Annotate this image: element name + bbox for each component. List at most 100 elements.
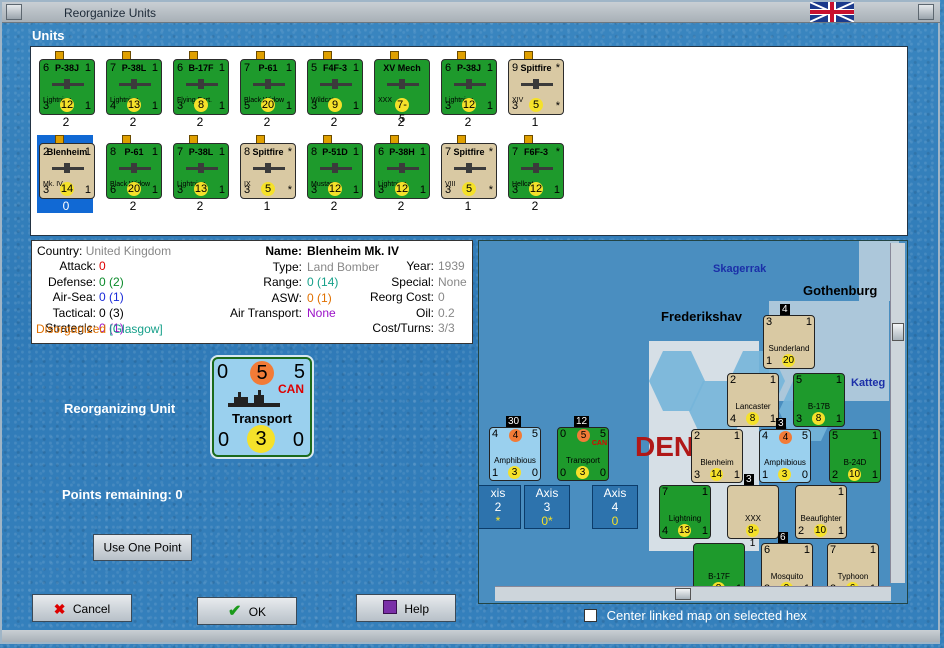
aircraft-icon	[454, 163, 486, 173]
map-counter-name: Mosquito	[770, 572, 804, 581]
unit-bottom-right: *	[555, 100, 560, 112]
help-book-icon	[382, 600, 397, 614]
unit-bottom-right: 1	[84, 184, 91, 196]
unit-tile[interactable]: 8 Spitfire * IX 3 5 * 1	[238, 135, 296, 213]
unit-count: 0	[62, 199, 70, 213]
name-label: Name:	[265, 244, 302, 258]
country-label: Country:	[37, 244, 83, 258]
reorganizing-unit-label: Reorganizing Unit	[64, 401, 176, 416]
help-label: Help	[404, 601, 430, 616]
map-counter-bottom-left: 3	[796, 413, 803, 425]
map-horizontal-scrollbar[interactable]	[495, 586, 891, 601]
map-vertical-scrollbar[interactable]	[890, 243, 905, 583]
unit-tile[interactable]: 8 P-51D 1 Mustang 3 12 1 2	[305, 135, 363, 213]
map-counter-stack: 12	[574, 416, 590, 427]
unit-tile[interactable]: 6B-17F1Flying Fort.3812	[171, 51, 229, 129]
map-counter[interactable]: 3 1 Sunderland 1 20 4	[763, 304, 815, 369]
unit-bottom-right: 1	[218, 100, 225, 112]
map-counter[interactable]: 7 1 Lightning 4 13 1	[659, 485, 711, 539]
map-counter-top-right: 1	[869, 544, 876, 556]
map-counter-strength: 8-1	[746, 524, 759, 549]
map-counter-name: B-17F	[708, 572, 730, 581]
airsea-value: 0	[99, 290, 106, 304]
map-counter-name: Amphibious	[764, 458, 806, 467]
map-counter-stack: 6	[778, 532, 788, 543]
unit-counter: 8P-611Black Widow6201	[106, 143, 162, 199]
unit-count: 2	[397, 115, 405, 129]
map-counter[interactable]: 5 1 B-17B 3 8 1	[793, 373, 845, 427]
map-counter-top-left: 3	[766, 316, 773, 328]
horizontal-scroll-thumb[interactable]	[675, 588, 691, 600]
map-counter[interactable]: 2 1 Lancaster 4 8 1	[727, 373, 779, 427]
map-counter-strength: 10	[814, 524, 827, 537]
map-counter[interactable]: 5 1 B-24D 2 10 1	[829, 429, 881, 483]
map-counter[interactable]: 0 5 Transport 0 3 0 5 12 CAN	[557, 416, 609, 481]
map-counter-top-right: 1	[805, 316, 812, 328]
use-one-point-button[interactable]: Use One Point	[93, 534, 192, 561]
counter-name: Transport	[232, 411, 292, 426]
map-counter-top-right: 5	[599, 428, 606, 440]
unit-bottom-right: 1	[218, 184, 225, 196]
map-counter-attack: 4	[779, 431, 792, 444]
unit-bottom-left: 4	[110, 100, 117, 112]
aircraft-icon	[253, 79, 285, 89]
unit-tile[interactable]: 9 Spitfire * XIV 3 5 * 1	[506, 51, 564, 129]
map-counter-top-left: 7	[662, 486, 669, 498]
map-counter-bottom-left: 3	[694, 469, 701, 481]
attack-label: Attack:	[59, 259, 96, 273]
map-counter-top-left: 0	[560, 428, 567, 440]
help-button[interactable]: Help	[356, 594, 456, 622]
unit-name: XV Mech	[383, 63, 421, 73]
unit-tile[interactable]: 6 P-38J 1 Lightning 3 12 1 2	[37, 51, 95, 129]
unit-tile[interactable]: 5 F4F-3 1 Wildcat 3 9 1 2	[305, 51, 363, 129]
unit-tile[interactable]: 2 Blenheim 1 Mk. IV 3 14 1 0	[37, 135, 95, 213]
reorganizing-unit-counter[interactable]: 0 5 5 CAN Transport 0 3 0	[212, 357, 312, 457]
axis-box-4-num: 4	[611, 500, 619, 514]
unit-top-right: 1	[218, 62, 225, 74]
special-value: None	[438, 274, 467, 289]
unit-tile[interactable]: 7 P-38L 1 Lightning 4 13 1 2	[104, 51, 162, 129]
unit-tile[interactable]: 7 Spitfire * VIII 3 5 * 1	[439, 135, 497, 213]
points-remaining: Points remaining: 0	[62, 487, 183, 502]
ok-button[interactable]: ✔ OK	[197, 597, 297, 625]
unit-bottom-left: 6	[110, 184, 117, 196]
map-counter[interactable]: XXX 8-1 3	[727, 474, 779, 549]
unit-tile[interactable]: 7P-611Black Widow52012	[238, 51, 296, 129]
unit-info-panel: Country: United Kingdom Attack: Defense:…	[31, 240, 473, 344]
unit-top-right: *	[555, 62, 560, 74]
map-counter[interactable]: 1 Beaufighter 2 10 1	[795, 485, 847, 539]
unit-count: 1	[263, 199, 271, 213]
axis-box-2-num: 2	[494, 500, 502, 514]
axis-box-3[interactable]: Axis 3 0*	[524, 485, 570, 529]
axis-box-4[interactable]: Axis 4 0	[592, 485, 638, 529]
unit-tile[interactable]: 7 P-38L 1 Lightning 3 13 1 2	[171, 135, 229, 213]
cancel-button[interactable]: ✖ Cancel	[32, 594, 132, 622]
unit-tile[interactable]: 6 P-38J 1 Lightning 3 12 1 2	[439, 51, 497, 129]
map-counter-name: B-24D	[843, 458, 867, 467]
counter-bottom-right: 0	[292, 429, 304, 451]
center-map-checkbox-label: Center linked map on selected hex	[606, 608, 807, 623]
map-counter[interactable]: 4 5 Amphibious 1 3 0 4 30	[489, 416, 541, 481]
map-counter-stack: 4	[780, 304, 790, 315]
unit-tile[interactable]: 7 F6F-3 * Hellcat 3 12 1 2	[506, 135, 564, 213]
center-map-checkbox[interactable]	[584, 609, 597, 622]
map-counter-top-left: 2	[730, 374, 737, 386]
vertical-scroll-thumb[interactable]	[892, 323, 904, 341]
use-one-point-label: Use One Point	[103, 540, 182, 555]
center-map-option[interactable]: Center linked map on selected hex	[584, 608, 807, 623]
unit-strength-circle: 12	[462, 98, 476, 112]
unit-tile[interactable]: 8P-611Black Widow62012	[104, 135, 162, 213]
axis-box-2[interactable]: xis 2 *	[479, 485, 521, 529]
unit-tile[interactable]: 6 P-38H 1 Lightning 3 12 1 2	[372, 135, 430, 213]
map-counter[interactable]: 4 5 Amphibious 1 3 0 4 3	[759, 418, 811, 483]
aircraft-icon	[521, 79, 553, 89]
map-counter-bottom-left: 2	[832, 469, 839, 481]
asw-value: 0	[307, 290, 314, 305]
map-counter-name: Lightning	[668, 514, 702, 523]
unit-count: 2	[531, 199, 539, 213]
map-counter[interactable]: 2 1 Blenheim 3 14 1	[691, 429, 743, 483]
linked-map[interactable]: Skagerrak Gothenburg Frederikshav Katteg…	[478, 240, 908, 604]
unit-top-right: 1	[419, 146, 426, 158]
unit-tile[interactable]: XV Mech XXX 7-5 2	[372, 51, 430, 129]
unit-bottom-right: 1	[352, 184, 359, 196]
